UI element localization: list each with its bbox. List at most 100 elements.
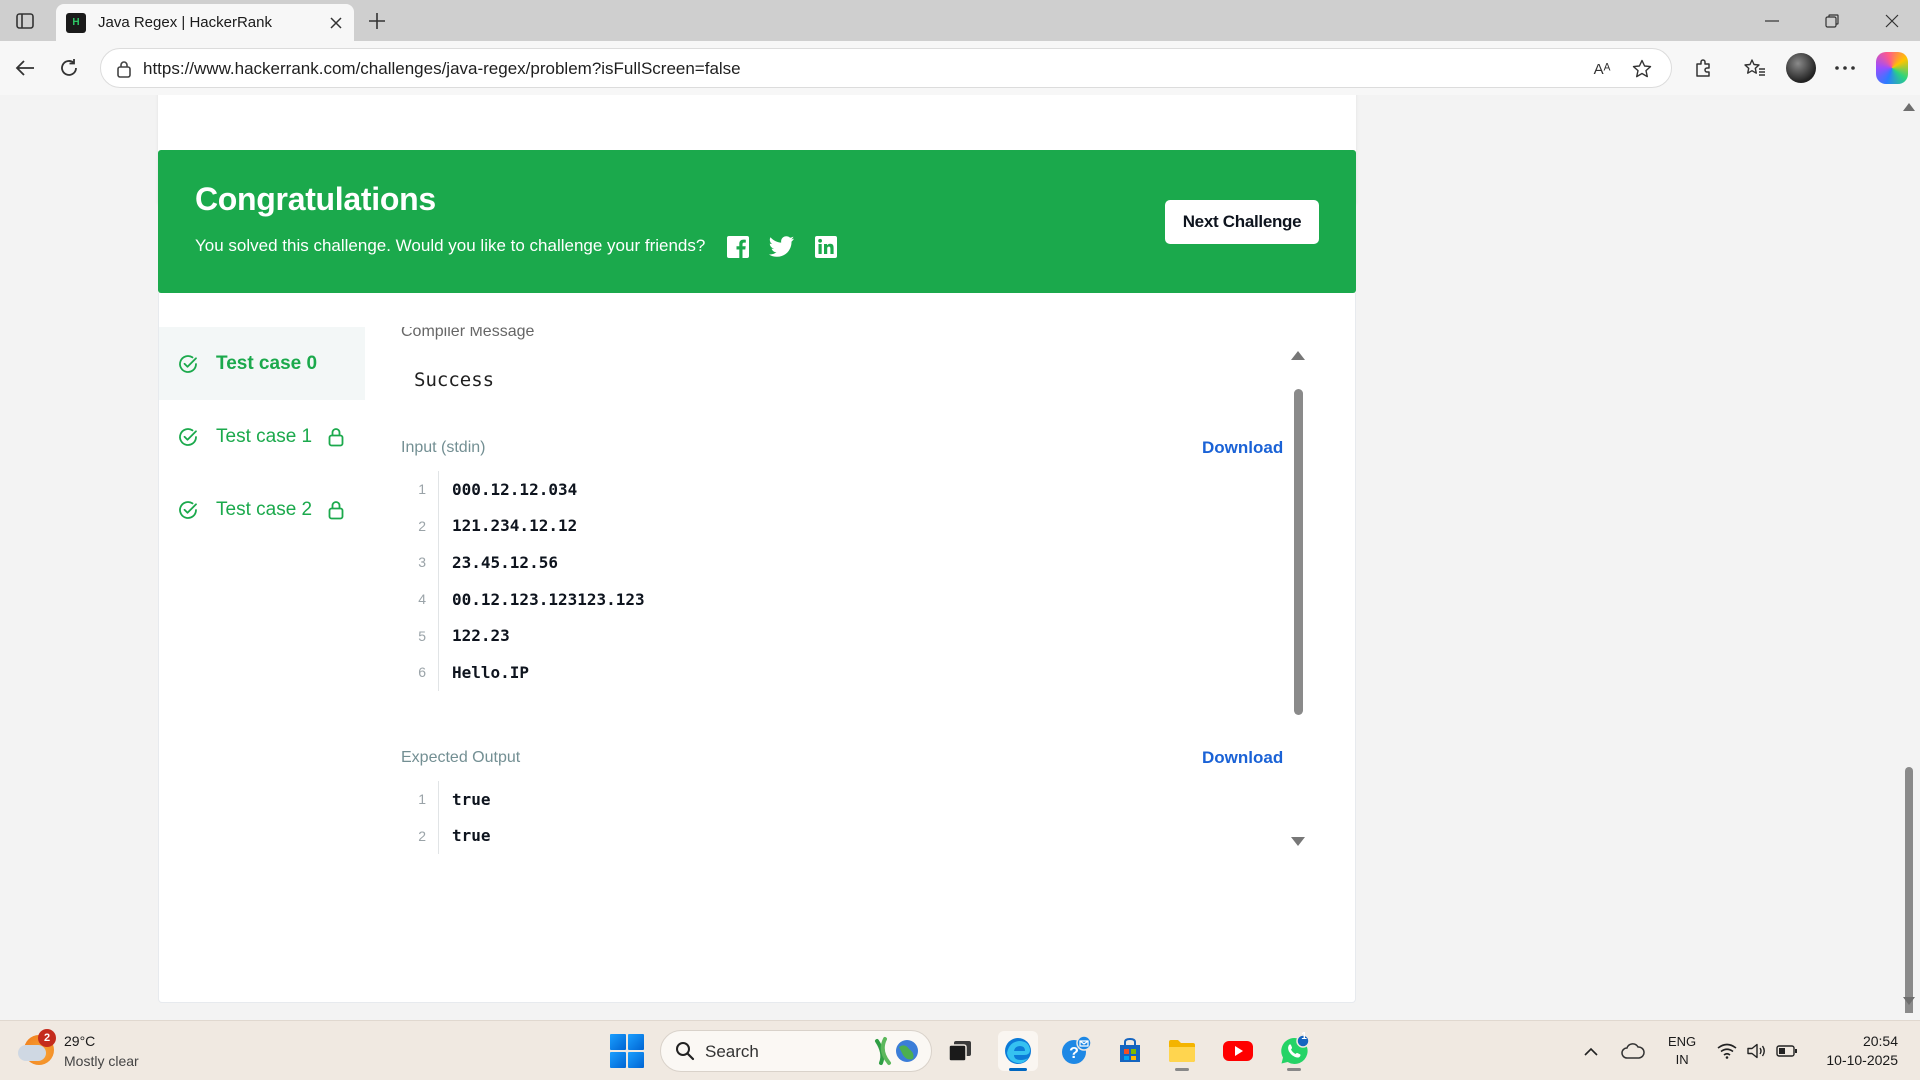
favorites-icon[interactable] [1738, 51, 1772, 85]
next-challenge-button[interactable]: Next Challenge [1165, 200, 1319, 244]
wifi-icon[interactable] [1714, 1035, 1740, 1067]
youtube-icon[interactable] [1218, 1031, 1258, 1071]
whatsapp-badge: 1 [1301, 1031, 1307, 1042]
more-options-icon[interactable] [1828, 51, 1862, 85]
download-input-link[interactable]: Download [1202, 438, 1283, 458]
page-scroll-down-icon[interactable] [1903, 997, 1915, 1005]
page-scroll-thumb[interactable] [1905, 767, 1913, 1013]
weather-widget[interactable]: 2 29°C Mostly clear [18, 1029, 168, 1073]
close-window-icon[interactable] [1872, 6, 1912, 36]
line-text: 00.12.123.123123.123 [452, 589, 645, 609]
active-tab[interactable]: H Java Regex | HackerRank [56, 4, 354, 41]
test-case-label: Test case 1 [216, 425, 313, 447]
line-number: 1 [418, 791, 426, 808]
extensions-icon[interactable] [1686, 51, 1720, 85]
read-aloud-icon[interactable]: Aᴬ [1589, 57, 1615, 81]
line-text: 23.45.12.56 [452, 552, 558, 572]
test-case-list: Test case 0 Test case 1 Test case 2 [159, 327, 365, 546]
get-help-icon[interactable]: ? [1056, 1031, 1096, 1071]
download-expected-link[interactable]: Download [1202, 748, 1283, 768]
input-code-block: 1 000.12.12.034 2 121.234.12.12 3 23.45.12.… [401, 471, 1281, 691]
back-arrow-icon[interactable] [8, 51, 42, 85]
code-line: 2 121.234.12.12 [401, 508, 1281, 545]
battery-icon[interactable] [1774, 1035, 1800, 1067]
onedrive-cloud-icon[interactable] [1618, 1035, 1648, 1067]
output-scroll-thumb[interactable] [1294, 389, 1303, 715]
code-line: 4 00.12.123.123123.123 [401, 581, 1281, 618]
line-text: true [452, 826, 491, 846]
code-line: 1 true [401, 781, 1281, 818]
url-text[interactable]: https://www.hackerrank.com/challenges/ja… [143, 59, 741, 79]
profile-avatar[interactable] [1786, 53, 1816, 83]
restore-icon[interactable] [1812, 6, 1852, 36]
page-viewport: Congratulations You solved this challeng… [0, 95, 1920, 1013]
code-line: 3 23.45.12.56 [401, 544, 1281, 581]
weather-badge: 2 [38, 1029, 56, 1047]
windows-taskbar: 2 29°C Mostly clear Search ? 1 ENG IN 20… [0, 1020, 1920, 1080]
lock-icon [328, 500, 344, 519]
search-icon [676, 1042, 695, 1061]
whatsapp-icon[interactable]: 1 [1274, 1031, 1314, 1071]
show-hidden-icons-chevron-icon[interactable] [1578, 1035, 1604, 1067]
clock-time: 20:54 [1862, 1033, 1898, 1049]
close-tab-icon[interactable] [322, 9, 350, 37]
page-scrollbar[interactable] [1898, 95, 1920, 1013]
line-number: 3 [418, 554, 426, 571]
line-number: 2 [418, 517, 426, 534]
tab-actions-icon[interactable] [10, 6, 40, 36]
code-line: 6 Hello.IP [401, 654, 1281, 691]
check-circle-icon [179, 427, 197, 446]
line-number: 1 [418, 481, 426, 498]
browser-tab-strip: H Java Regex | HackerRank [0, 0, 1920, 41]
scroll-up-arrow-icon[interactable] [1291, 351, 1305, 360]
scroll-down-arrow-icon[interactable] [1291, 837, 1305, 846]
test-case-0-tab[interactable]: Test case 0 [159, 327, 365, 400]
file-explorer-icon[interactable] [1162, 1031, 1202, 1071]
system-clock[interactable]: 20:54 10-10-2025 [1812, 1032, 1898, 1070]
volume-icon[interactable] [1744, 1035, 1770, 1067]
check-circle-icon [179, 354, 197, 373]
clock-date: 10-10-2025 [1826, 1052, 1898, 1068]
test-case-2-tab[interactable]: Test case 2 [159, 473, 365, 546]
browser-toolbar: https://www.hackerrank.com/challenges/ja… [0, 41, 1920, 95]
weather-temperature: 29°C [64, 1033, 96, 1049]
test-output-pane[interactable]: Compiler Message Success Input (stdin) D… [401, 327, 1321, 879]
hackerrank-favicon-icon: H [66, 12, 86, 33]
test-results-card: Test case 0 Test case 1 Test case 2 Comp… [158, 293, 1356, 1003]
refresh-icon[interactable] [52, 51, 86, 85]
linkedin-icon[interactable] [813, 234, 839, 260]
taskbar-search[interactable]: Search [660, 1030, 932, 1072]
address-bar[interactable]: https://www.hackerrank.com/challenges/ja… [100, 48, 1672, 88]
page-scroll-up-icon[interactable] [1903, 103, 1915, 111]
search-placeholder: Search [705, 1042, 759, 1061]
check-circle-icon [179, 500, 197, 519]
new-tab-icon[interactable] [362, 6, 392, 36]
line-text: 121.234.12.12 [452, 516, 578, 536]
weather-cloud-icon [18, 1045, 46, 1061]
minimize-icon[interactable] [1752, 6, 1792, 36]
input-language[interactable]: ENG IN [1668, 1033, 1696, 1069]
line-number: 5 [418, 627, 426, 644]
line-text: true [452, 789, 491, 809]
expected-output-label: Expected Output [401, 749, 521, 766]
language-code: ENG [1668, 1034, 1697, 1049]
task-view-icon[interactable] [940, 1031, 980, 1071]
edge-browser-icon[interactable] [998, 1031, 1038, 1071]
site-info-icon[interactable] [113, 58, 135, 80]
line-text: 000.12.12.034 [452, 479, 578, 499]
svg-text:?: ? [1069, 1045, 1079, 1062]
favorite-star-icon[interactable] [1629, 57, 1655, 81]
windows-start-icon[interactable] [610, 1034, 644, 1068]
line-number: 6 [418, 664, 426, 681]
line-number: 2 [418, 827, 426, 844]
compiler-message-heading: Compiler Message [401, 327, 535, 340]
code-line: 5 122.23 [401, 617, 1281, 654]
test-case-1-tab[interactable]: Test case 1 [159, 400, 365, 473]
line-text: Hello.IP [452, 662, 530, 682]
microsoft-store-icon[interactable] [1110, 1031, 1150, 1071]
twitter-icon[interactable] [769, 234, 795, 260]
output-scrollbar[interactable] [1291, 327, 1305, 847]
copilot-icon[interactable] [1876, 52, 1908, 84]
code-line: 1 000.12.12.034 [401, 471, 1281, 508]
facebook-icon[interactable] [725, 234, 751, 260]
